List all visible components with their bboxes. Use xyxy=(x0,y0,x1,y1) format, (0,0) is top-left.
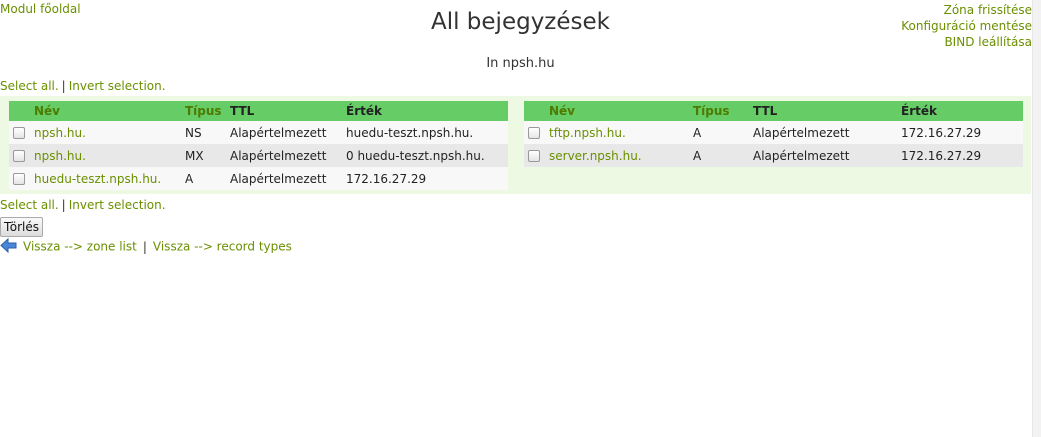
page-title: All bejegyzések xyxy=(430,9,610,35)
separator: | xyxy=(61,79,66,93)
selection-controls-bottom: Select all. | Invert selection. xyxy=(0,198,166,212)
back-record-types-link[interactable]: Vissza --> record types xyxy=(153,240,292,254)
record-value: huedu-teszt.npsh.hu. xyxy=(342,121,508,144)
record-type: NS xyxy=(181,121,226,144)
back-links: Vissza --> zone list | Vissza --> record t… xyxy=(0,237,292,256)
invert-selection-link[interactable]: Invert selection. xyxy=(69,198,166,212)
record-ttl: Alapértelmezett xyxy=(226,144,342,167)
column-ttl: TTL xyxy=(226,101,342,121)
column-type[interactable]: Típus xyxy=(181,101,226,121)
table-row: npsh.hu. MX Alapértelmezett 0 huedu-tesz… xyxy=(9,144,508,167)
table-header: Név Típus TTL Érték xyxy=(9,101,508,121)
back-arrow-icon[interactable] xyxy=(0,237,17,256)
column-ttl: TTL xyxy=(749,101,897,121)
invert-selection-link[interactable]: Invert selection. xyxy=(69,79,166,93)
row-checkbox[interactable] xyxy=(13,127,25,139)
row-checkbox[interactable] xyxy=(528,150,540,162)
column-name[interactable]: Név xyxy=(545,101,689,121)
record-ttl: Alapértelmezett xyxy=(749,144,897,167)
record-name-link[interactable]: tftp.npsh.hu. xyxy=(549,126,626,140)
table-row: npsh.hu. NS Alapértelmezett huedu-teszt.… xyxy=(9,121,508,144)
record-name-link[interactable]: npsh.hu. xyxy=(34,126,86,140)
record-ttl: Alapértelmezett xyxy=(226,121,342,144)
back-zone-list-link[interactable]: Vissza --> zone list xyxy=(23,240,137,254)
column-type[interactable]: Típus xyxy=(689,101,749,121)
record-name-link[interactable]: npsh.hu. xyxy=(34,149,86,163)
record-value: 172.16.27.29 xyxy=(897,121,1023,144)
record-type: A xyxy=(689,144,749,167)
record-value: 172.16.27.29 xyxy=(342,167,508,190)
record-value: 0 huedu-teszt.npsh.hu. xyxy=(342,144,508,167)
column-value: Érték xyxy=(342,101,508,121)
separator: | xyxy=(142,239,147,254)
records-table-right: Név Típus TTL Érték tftp.npsh.hu. A Alap… xyxy=(524,101,1023,167)
delete-button[interactable]: Törlés xyxy=(0,217,44,237)
selection-controls-top: Select all. | Invert selection. xyxy=(0,79,166,93)
record-type: A xyxy=(689,121,749,144)
record-type: MX xyxy=(181,144,226,167)
separator: | xyxy=(61,198,66,212)
row-checkbox[interactable] xyxy=(528,127,540,139)
record-ttl: Alapértelmezett xyxy=(226,167,342,190)
stop-bind-link[interactable]: BIND leállítása xyxy=(944,35,1032,49)
row-checkbox[interactable] xyxy=(13,150,25,162)
table-row: huedu-teszt.npsh.hu. A Alapértelmezett 1… xyxy=(9,167,508,190)
records-table-left: Név Típus TTL Érték npsh.hu. NS Alapérte… xyxy=(9,101,508,190)
table-header: Név Típus TTL Érték xyxy=(524,101,1023,121)
select-all-link[interactable]: Select all. xyxy=(0,79,59,93)
column-name[interactable]: Név xyxy=(30,101,181,121)
record-ttl: Alapértelmezett xyxy=(749,121,897,144)
column-value: Érték xyxy=(897,101,1023,121)
page-subtitle: In npsh.hu xyxy=(486,56,555,71)
table-row: tftp.npsh.hu. A Alapértelmezett 172.16.2… xyxy=(524,121,1023,144)
record-type: A xyxy=(181,167,226,190)
record-value: 172.16.27.29 xyxy=(897,144,1023,167)
record-name-link[interactable]: server.npsh.hu. xyxy=(549,149,642,163)
select-all-link[interactable]: Select all. xyxy=(0,198,59,212)
record-name-link[interactable]: huedu-teszt.npsh.hu. xyxy=(34,172,161,186)
table-row: server.npsh.hu. A Alapértelmezett 172.16… xyxy=(524,144,1023,167)
row-checkbox[interactable] xyxy=(13,173,25,185)
records-panel: Név Típus TTL Érték npsh.hu. NS Alapérte… xyxy=(0,96,1031,194)
